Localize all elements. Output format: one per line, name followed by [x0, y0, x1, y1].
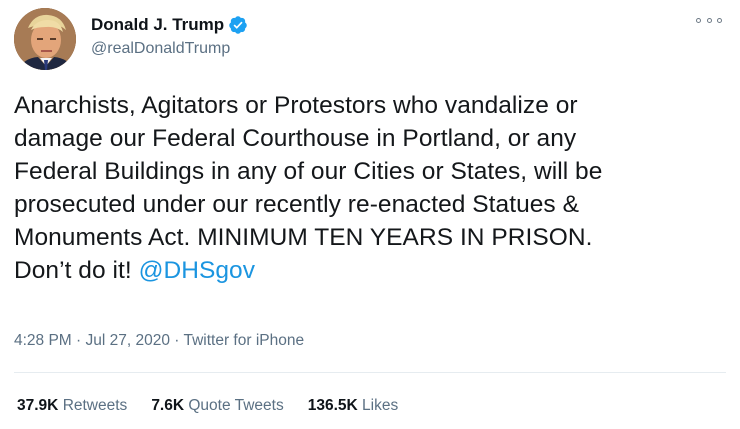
verified-badge-icon — [228, 15, 248, 35]
tweet-time[interactable]: 4:28 PM — [14, 332, 72, 349]
tweet-line: Anarchists, Agitators or Protestors who … — [14, 92, 578, 119]
tweet-text: Anarchists, Agitators or Protestors who … — [14, 89, 726, 287]
retweets-stat[interactable]: 37.9K Retweets — [17, 395, 127, 417]
stat-label: Likes — [362, 397, 399, 414]
author-block: Donald J. Trump @realDonaldTrump — [91, 13, 248, 60]
avatar[interactable] — [14, 8, 76, 70]
likes-stat[interactable]: 136.5K Likes — [308, 395, 398, 417]
tweet-line-last: Don’t do it! @DHSgov — [14, 254, 726, 287]
tweet-line: prosecuted under our recently re-enacted… — [14, 191, 579, 218]
more-options-icon[interactable] — [696, 12, 722, 28]
tweet-meta: 4:28 PM · Jul 27, 2020 · Twitter for iPh… — [14, 330, 304, 352]
tweet-line: damage our Federal Courthouse in Portlan… — [14, 125, 577, 152]
mention-link[interactable]: @DHSgov — [139, 257, 255, 284]
divider — [14, 372, 726, 373]
tweet-line: Monuments Act. MINIMUM TEN YEARS IN PRIS… — [14, 224, 593, 251]
stat-count: 136.5K — [307, 397, 358, 414]
tweet-card: Donald J. Trump @realDonaldTrump Anarchi… — [0, 0, 740, 429]
meta-separator: · — [169, 332, 184, 349]
meta-separator: · — [71, 332, 86, 349]
tweet-date[interactable]: Jul 27, 2020 — [86, 332, 170, 349]
tweet-stats: 37.9K Retweets 7.6K Quote Tweets 136.5K … — [17, 395, 422, 417]
stat-label: Retweets — [62, 397, 128, 414]
more-dot — [706, 17, 712, 23]
stat-count: 7.6K — [151, 397, 185, 414]
tweet-source[interactable]: Twitter for iPhone — [183, 332, 304, 349]
more-dot — [696, 17, 701, 23]
tweet-line: Federal Buildings in any of our Cities o… — [14, 158, 603, 185]
author-display-name[interactable]: Donald J. Trump — [91, 14, 224, 36]
more-dot — [717, 17, 722, 23]
author-handle[interactable]: @realDonaldTrump — [91, 38, 248, 60]
stat-count: 37.9K — [17, 397, 59, 414]
tweet-line-prefix: Don’t do it! — [14, 257, 139, 284]
quote-tweets-stat[interactable]: 7.6K Quote Tweets — [151, 395, 283, 417]
author-name-row: Donald J. Trump — [91, 13, 248, 37]
stat-label: Quote Tweets — [188, 397, 284, 414]
